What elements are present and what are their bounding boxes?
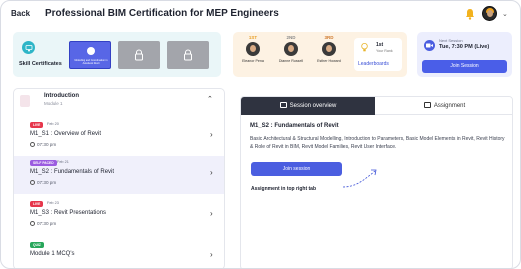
lesson-time: 07:30 pm xyxy=(30,221,56,226)
lesson-title: M1_S3 : Revit Presentations xyxy=(30,210,107,216)
video-icon xyxy=(424,40,435,51)
avatar xyxy=(284,42,298,56)
module-panel: Introduction Module 1 ⌃ LIVE Feb 20 M1_S… xyxy=(13,88,225,268)
lesson-time: 07:30 pm xyxy=(30,180,56,185)
avatar xyxy=(246,42,260,56)
clock-icon xyxy=(30,142,35,147)
certificate-text: Modelling and Coordination in Autodesk R… xyxy=(74,59,108,65)
certificate-icon xyxy=(22,41,35,54)
lock-icon xyxy=(184,49,192,61)
chevron-right-icon[interactable]: › xyxy=(210,130,213,139)
lesson-item[interactable]: LIVE Feb 20 M1_S1 : Overview of Revit 07… xyxy=(14,118,224,156)
clock-icon xyxy=(30,221,35,226)
module-subtitle: Module 1 xyxy=(44,101,63,106)
certificate-card-unlocked[interactable]: Modelling and Coordination in Autodesk R… xyxy=(69,41,111,69)
chevron-up-icon[interactable]: ⌃ xyxy=(207,95,213,103)
join-session-button[interactable]: Join session xyxy=(251,162,342,176)
lesson-item[interactable]: LIVE Feb 23 M1_S3 : Revit Presentations … xyxy=(14,197,224,235)
lesson-date: Feb 20 xyxy=(47,122,59,126)
chevron-right-icon[interactable]: › xyxy=(210,168,213,177)
skill-certificates-label: Skill Certificates xyxy=(19,61,62,67)
leaderboard-person: 3RD Esther Howard xyxy=(311,35,347,63)
person-name: Dianne Russell xyxy=(278,59,304,63)
person-name: Eleanor Pena xyxy=(242,59,264,63)
document-icon xyxy=(423,102,431,108)
certificate-card-locked[interactable] xyxy=(118,41,160,69)
rank-label: 1ST xyxy=(248,35,258,40)
module-icon xyxy=(20,95,30,107)
your-rank-label: Your Rank xyxy=(376,49,393,53)
leaderboard-person: 2ND Dianne Russell xyxy=(273,35,309,63)
rank-label: 2ND xyxy=(286,35,296,40)
assignment-note: Assignment in top right tab xyxy=(251,186,316,192)
session-description: Basic Architectural & Structural Modelli… xyxy=(250,136,505,150)
leaderboard-person: 1ST Eleanor Pena xyxy=(235,35,271,63)
badge-icon xyxy=(87,47,95,55)
session-title: M1_S2 : Fundamentals of Revit xyxy=(250,123,339,129)
next-session-label: Next Session xyxy=(439,38,463,43)
your-rank-box: 1st Your Rank Leaderboards xyxy=(354,38,402,71)
curved-arrow-icon xyxy=(342,169,377,188)
app-window: Back Professional BIM Certification for … xyxy=(0,0,521,269)
leaderboard-card: 1ST Eleanor Pena 2ND Dianne Russell 3RD … xyxy=(233,32,407,77)
top-bar: Back Professional BIM Certification for … xyxy=(1,1,520,29)
quiz-tag: QUIZ xyxy=(30,242,44,248)
bell-icon[interactable] xyxy=(465,8,475,20)
bulb-icon xyxy=(361,43,368,52)
lesson-date: Feb 21 xyxy=(57,160,69,164)
next-session-card: Next Session Tue, 7:30 PM (Live) Join Se… xyxy=(417,32,512,77)
live-tag: LIVE xyxy=(30,122,44,128)
self-paced-tag: SELF PACED xyxy=(30,160,57,166)
lesson-date: Feb 23 xyxy=(47,201,59,205)
module-title: Introduction xyxy=(44,93,79,99)
monitor-icon xyxy=(279,102,287,108)
lesson-title: Module 1 MCQ's xyxy=(30,251,75,257)
tab-session-overview[interactable]: Session overview xyxy=(241,97,375,115)
chevron-right-icon[interactable]: › xyxy=(210,250,213,259)
back-button[interactable]: Back xyxy=(11,9,30,18)
lesson-item[interactable]: QUIZ Module 1 MCQ's › xyxy=(14,238,224,268)
clock-icon xyxy=(30,180,35,185)
lesson-title: M1_S1 : Overview of Revit xyxy=(30,131,102,137)
lesson-time: 07:30 pm xyxy=(30,142,56,147)
person-name: Esther Howard xyxy=(317,59,341,63)
chevron-right-icon[interactable]: › xyxy=(210,209,213,218)
tab-assignment[interactable]: Assignment xyxy=(375,97,512,115)
lock-icon xyxy=(135,49,143,61)
certificate-card-locked[interactable] xyxy=(167,41,209,69)
rank-label: 3RD xyxy=(324,35,334,40)
chevron-down-icon[interactable]: ⌄ xyxy=(502,10,508,18)
leaderboards-link[interactable]: Leaderboards xyxy=(358,61,389,67)
lesson-item-active[interactable]: SELF PACED Feb 21 M1_S2 : Fundamentals o… xyxy=(14,156,224,194)
lesson-title: M1_S2 : Fundamentals of Revit xyxy=(30,169,115,175)
next-session-time: Tue, 7:30 PM (Live) xyxy=(439,44,490,50)
module-header[interactable]: Introduction Module 1 ⌃ xyxy=(14,89,224,115)
user-avatar[interactable] xyxy=(482,6,497,21)
your-rank-value: 1st xyxy=(376,42,384,48)
skill-certificates-card: Skill Certificates Modelling and Coordin… xyxy=(13,32,221,77)
session-content-panel: Session overview Assignment M1_S2 : Fund… xyxy=(240,96,513,268)
join-session-button[interactable]: Join Session xyxy=(422,60,507,73)
live-tag: LIVE xyxy=(30,201,44,207)
avatar xyxy=(322,42,336,56)
page-title: Professional BIM Certification for MEP E… xyxy=(45,8,279,19)
